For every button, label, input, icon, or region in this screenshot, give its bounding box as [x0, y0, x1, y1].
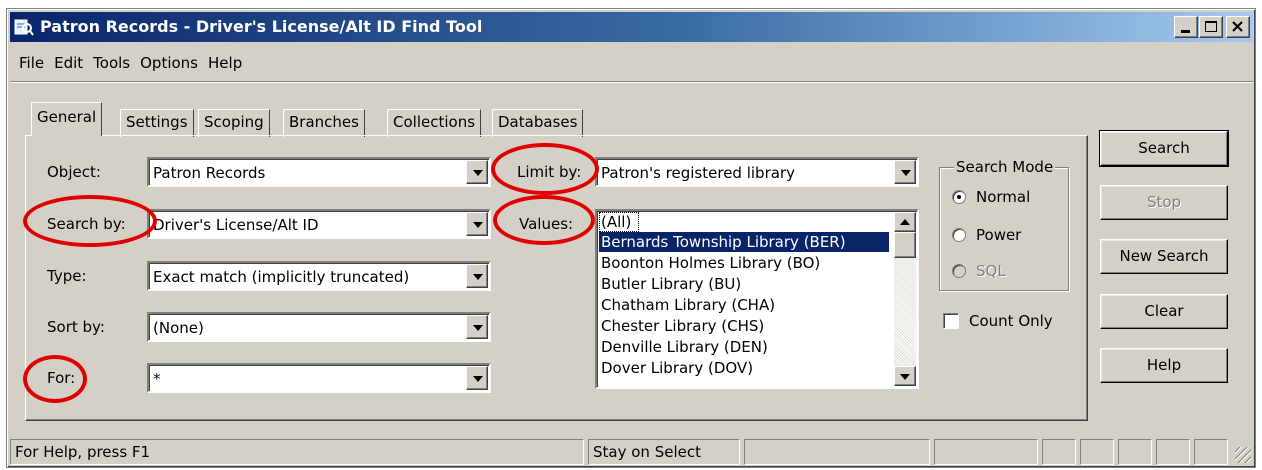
list-item[interactable]: Butler Library (BU) — [601, 274, 741, 294]
resize-grip-icon[interactable] — [1235, 447, 1251, 463]
object-select[interactable]: Patron Records — [147, 157, 491, 187]
chevron-down-icon[interactable] — [466, 366, 488, 390]
radio-power-label[interactable]: Power — [976, 226, 1021, 244]
count-only-checkbox[interactable] — [943, 313, 959, 329]
scroll-up-icon[interactable] — [894, 212, 916, 232]
chevron-down-icon[interactable] — [894, 160, 916, 184]
search-by-select-value: Driver's License/Alt ID — [153, 216, 319, 234]
new-search-button[interactable]: New Search — [1100, 239, 1228, 274]
limit-by-select[interactable]: Patron's registered library — [595, 157, 919, 187]
list-item[interactable]: Chester Library (CHS) — [601, 316, 764, 336]
tab-collections[interactable]: Collections — [387, 109, 482, 137]
radio-normal[interactable] — [952, 190, 966, 204]
status-pane — [744, 439, 930, 465]
minimize-button[interactable] — [1174, 16, 1198, 38]
radio-normal-label[interactable]: Normal — [976, 188, 1030, 206]
status-help-text: For Help, press F1 — [10, 439, 584, 465]
count-only-label[interactable]: Count Only — [969, 312, 1053, 330]
stop-button: Stop — [1100, 185, 1228, 220]
type-select-value: Exact match (implicitly truncated) — [153, 268, 410, 286]
scroll-thumb[interactable] — [894, 232, 916, 258]
menu-bar: File Edit Tools Options Help — [15, 49, 248, 75]
help-button[interactable]: Help — [1100, 348, 1228, 383]
sort-by-select[interactable]: (None) — [147, 312, 491, 342]
radio-power[interactable] — [952, 228, 966, 242]
type-label: Type: — [47, 267, 87, 285]
list-item[interactable]: Chatham Library (CHA) — [601, 295, 775, 315]
search-mode-title: Search Mode — [954, 158, 1056, 176]
title-bar[interactable]: Patron Records - Driver's License/Alt ID… — [10, 12, 1253, 42]
sort-by-label: Sort by: — [47, 318, 105, 336]
type-select[interactable]: Exact match (implicitly truncated) — [147, 261, 491, 291]
status-pane — [1080, 439, 1114, 465]
close-button[interactable] — [1226, 16, 1250, 38]
limit-by-label: Limit by: — [517, 163, 582, 181]
chevron-down-icon[interactable] — [466, 212, 488, 236]
window-title: Patron Records - Driver's License/Alt ID… — [40, 17, 483, 36]
values-listbox[interactable]: (All) Bernards Township Library (BER) Bo… — [595, 209, 919, 389]
status-select-mode: Stay on Select — [588, 439, 740, 465]
chevron-down-icon[interactable] — [466, 315, 488, 339]
list-item[interactable]: (All) — [599, 212, 639, 232]
radio-sql-label: SQL — [976, 262, 1006, 280]
close-icon — [1232, 21, 1243, 32]
menu-separator — [10, 81, 1253, 83]
search-button[interactable]: Search — [1099, 130, 1229, 167]
status-pane — [934, 439, 1038, 465]
list-item-selected[interactable]: Bernards Township Library (BER) — [599, 232, 889, 252]
tab-settings[interactable]: Settings — [120, 109, 194, 137]
values-label: Values: — [519, 215, 574, 233]
chevron-down-icon[interactable] — [466, 160, 488, 184]
app-icon — [14, 19, 34, 36]
for-label: For: — [47, 369, 76, 387]
tab-general[interactable]: General — [31, 102, 103, 136]
list-item[interactable]: Denville Library (DEN) — [601, 337, 768, 357]
status-pane — [1194, 439, 1228, 465]
for-input-value: * — [153, 370, 161, 388]
scroll-down-icon[interactable] — [894, 366, 916, 386]
for-input[interactable]: * — [147, 363, 491, 393]
maximize-icon — [1205, 21, 1217, 32]
tab-databases[interactable]: Databases — [492, 109, 584, 137]
chevron-down-icon[interactable] — [466, 264, 488, 288]
clear-button[interactable]: Clear — [1100, 294, 1228, 329]
tab-scoping[interactable]: Scoping — [198, 109, 270, 137]
list-item[interactable]: Dover Library (DOV) — [601, 358, 753, 378]
status-pane — [1118, 439, 1152, 465]
status-pane — [1042, 439, 1076, 465]
menu-file[interactable]: File — [15, 49, 50, 75]
sort-by-select-value: (None) — [153, 319, 204, 337]
tab-branches[interactable]: Branches — [283, 109, 365, 137]
menu-tools[interactable]: Tools — [89, 49, 136, 75]
search-by-label: Search by: — [47, 215, 126, 233]
search-mode-group: Search Mode Normal Power SQL — [939, 158, 1069, 291]
maximize-button[interactable] — [1199, 16, 1223, 38]
app-window: Patron Records - Driver's License/Alt ID… — [6, 8, 1256, 468]
object-label: Object: — [47, 163, 101, 181]
status-bar: For Help, press F1 Stay on Select — [10, 437, 1253, 465]
menu-help[interactable]: Help — [204, 49, 248, 75]
menu-options[interactable]: Options — [136, 49, 204, 75]
values-scrollbar[interactable] — [894, 212, 916, 386]
object-select-value: Patron Records — [153, 164, 266, 182]
radio-sql — [952, 264, 966, 278]
limit-by-select-value: Patron's registered library — [601, 164, 795, 182]
menu-edit[interactable]: Edit — [50, 49, 89, 75]
minimize-icon — [1181, 30, 1190, 33]
search-by-select[interactable]: Driver's License/Alt ID — [147, 209, 491, 239]
list-item[interactable]: Boonton Holmes Library (BO) — [601, 253, 820, 273]
status-pane — [1156, 439, 1190, 465]
